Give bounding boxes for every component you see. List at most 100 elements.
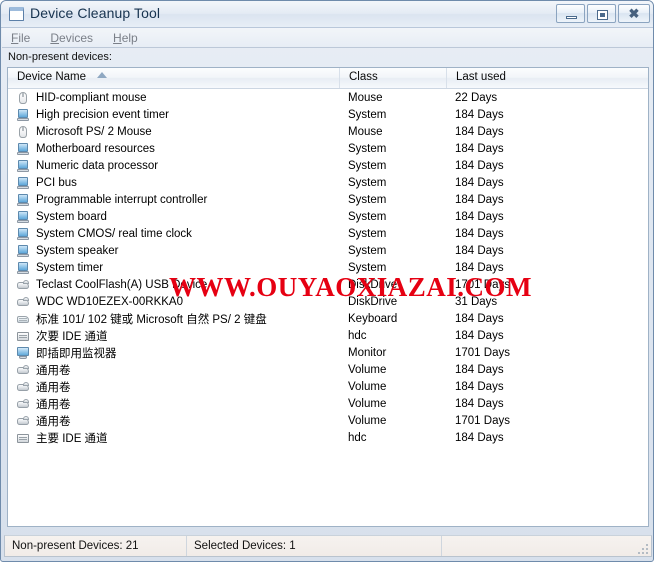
menu-item-file[interactable]: File	[11, 31, 30, 45]
system-icon	[16, 176, 30, 190]
monitor-icon	[16, 346, 30, 360]
device-name-label: PCI bus	[36, 176, 77, 189]
cell-class: Volume	[348, 380, 387, 393]
device-name-label: 通用卷	[36, 364, 71, 377]
maximize-button[interactable]	[587, 4, 616, 23]
cell-device-name: System CMOS/ real time clock	[8, 227, 340, 241]
table-row[interactable]: Numeric data processor System 184 Days	[8, 157, 648, 174]
cell-class: Mouse	[348, 125, 383, 138]
device-name-label: 通用卷	[36, 415, 71, 428]
window-app-icon	[9, 7, 24, 21]
device-name-label: Numeric data processor	[36, 159, 159, 172]
cell-last-used: 184 Days	[455, 159, 504, 172]
cell-class: Volume	[348, 363, 387, 376]
cell-class: Mouse	[348, 91, 383, 104]
menu-item-help-accelerator: H	[113, 30, 122, 45]
close-button[interactable]: ✖	[618, 4, 650, 23]
cell-last-used: 184 Days	[455, 244, 504, 257]
cell-last-used: 184 Days	[455, 176, 504, 189]
cell-class: System	[348, 176, 387, 189]
device-name-label: High precision event timer	[36, 108, 169, 121]
device-name-label: 次要 IDE 通道	[36, 330, 108, 343]
device-name-label: Teclast CoolFlash(A) USB Device	[36, 278, 208, 291]
cell-class: System	[348, 142, 387, 155]
ide-icon	[16, 329, 30, 343]
close-icon: ✖	[628, 6, 640, 21]
cell-device-name: HID-compliant mouse	[8, 91, 340, 105]
cell-class: DiskDrive	[348, 295, 398, 308]
table-row[interactable]: System speaker System 184 Days	[8, 242, 648, 259]
device-name-label: 主要 IDE 通道	[36, 432, 108, 445]
device-name-label: System board	[36, 210, 107, 223]
device-name-label: Microsoft PS/ 2 Mouse	[36, 125, 152, 138]
column-header-last-used[interactable]: Last used	[447, 68, 648, 88]
cell-device-name: 通用卷	[8, 362, 340, 378]
cell-last-used: 1701 Days	[455, 346, 510, 359]
cell-device-name: WDC WD10EZEX-00RKKA0	[8, 295, 340, 309]
table-row[interactable]: 主要 IDE 通道 hdc 184 Days	[8, 429, 648, 446]
table-row[interactable]: System CMOS/ real time clock System 184 Da…	[8, 225, 648, 242]
disk-icon	[16, 278, 30, 292]
table-row[interactable]: 即插即用监视器 Monitor 1701 Days	[8, 344, 648, 361]
device-name-label: HID-compliant mouse	[36, 91, 147, 104]
table-row[interactable]: 通用卷 Volume 184 Days	[8, 395, 648, 412]
mouse-icon	[16, 125, 30, 139]
table-row[interactable]: Programmable interrupt controller System 1…	[8, 191, 648, 208]
cell-device-name: PCI bus	[8, 176, 340, 190]
table-row[interactable]: 通用卷 Volume 184 Days	[8, 378, 648, 395]
cell-device-name: High precision event timer	[8, 108, 340, 122]
column-header-device-name-label: Device Name	[17, 71, 87, 83]
cell-last-used: 184 Days	[455, 431, 504, 444]
cell-last-used: 184 Days	[455, 142, 504, 155]
table-row[interactable]: Teclast CoolFlash(A) USB Device DiskDrive…	[8, 276, 648, 293]
table-row[interactable]: 标准 101/ 102 键或 Microsoft 自然 PS/ 2 键盘 Keyb…	[8, 310, 648, 327]
cell-last-used: 184 Days	[455, 193, 504, 206]
device-name-label: 标准 101/ 102 键或 Microsoft 自然 PS/ 2 键盘	[36, 313, 267, 326]
cell-class: Volume	[348, 397, 387, 410]
window-controls: ✖	[556, 4, 650, 23]
menu-item-devices[interactable]: Devices	[50, 31, 93, 45]
cell-device-name: 即插即用监视器	[8, 345, 340, 361]
cell-last-used: 1701 Days	[455, 414, 510, 427]
cell-class: Volume	[348, 414, 387, 427]
cell-class: DiskDrive	[348, 278, 398, 291]
keyboard-icon	[16, 312, 30, 326]
resize-grip[interactable]	[636, 542, 648, 554]
column-header-device-name[interactable]: Device Name	[8, 68, 340, 88]
column-header-class[interactable]: Class	[340, 68, 447, 88]
device-rows: HID-compliant mouse Mouse 22 Days High prec…	[8, 89, 648, 446]
system-icon	[16, 159, 30, 173]
table-row[interactable]: System board System 184 Days	[8, 208, 648, 225]
cell-class: hdc	[348, 329, 367, 342]
cell-class: System	[348, 108, 387, 121]
status-extra-pane	[442, 536, 651, 556]
table-row[interactable]: 次要 IDE 通道 hdc 184 Days	[8, 327, 648, 344]
column-header-class-label: Class	[349, 71, 378, 83]
table-row[interactable]: Microsoft PS/ 2 Mouse Mouse 184 Days	[8, 123, 648, 140]
table-row[interactable]: 通用卷 Volume 184 Days	[8, 361, 648, 378]
table-row[interactable]: PCI bus System 184 Days	[8, 174, 648, 191]
table-row[interactable]: HID-compliant mouse Mouse 22 Days	[8, 89, 648, 106]
title-bar[interactable]: Device Cleanup Tool ✖	[1, 1, 653, 28]
table-row[interactable]: WDC WD10EZEX-00RKKA0 DiskDrive 31 Days	[8, 293, 648, 310]
cell-device-name: System speaker	[8, 244, 340, 258]
cell-device-name: 标准 101/ 102 键或 Microsoft 自然 PS/ 2 键盘	[8, 311, 340, 327]
table-row[interactable]: Motherboard resources System 184 Days	[8, 140, 648, 157]
minimize-button[interactable]	[556, 4, 585, 23]
table-row[interactable]: High precision event timer System 184 Days	[8, 106, 648, 123]
cell-device-name: Programmable interrupt controller	[8, 193, 340, 207]
system-icon	[16, 108, 30, 122]
system-icon	[16, 244, 30, 258]
menu-item-help[interactable]: Help	[113, 31, 138, 45]
table-row[interactable]: System timer System 184 Days	[8, 259, 648, 276]
cell-class: System	[348, 227, 387, 240]
cell-device-name: 次要 IDE 通道	[8, 328, 340, 344]
menu-item-devices-label: evices	[59, 30, 94, 45]
cell-class: System	[348, 159, 387, 172]
device-list-view[interactable]: Device Name Class Last used HID-complian…	[7, 67, 649, 527]
system-icon	[16, 261, 30, 275]
cell-class: Monitor	[348, 346, 387, 359]
cell-device-name: 主要 IDE 通道	[8, 430, 340, 446]
table-row[interactable]: 通用卷 Volume 1701 Days	[8, 412, 648, 429]
status-non-present-count: Non-present Devices: 21	[5, 536, 187, 556]
